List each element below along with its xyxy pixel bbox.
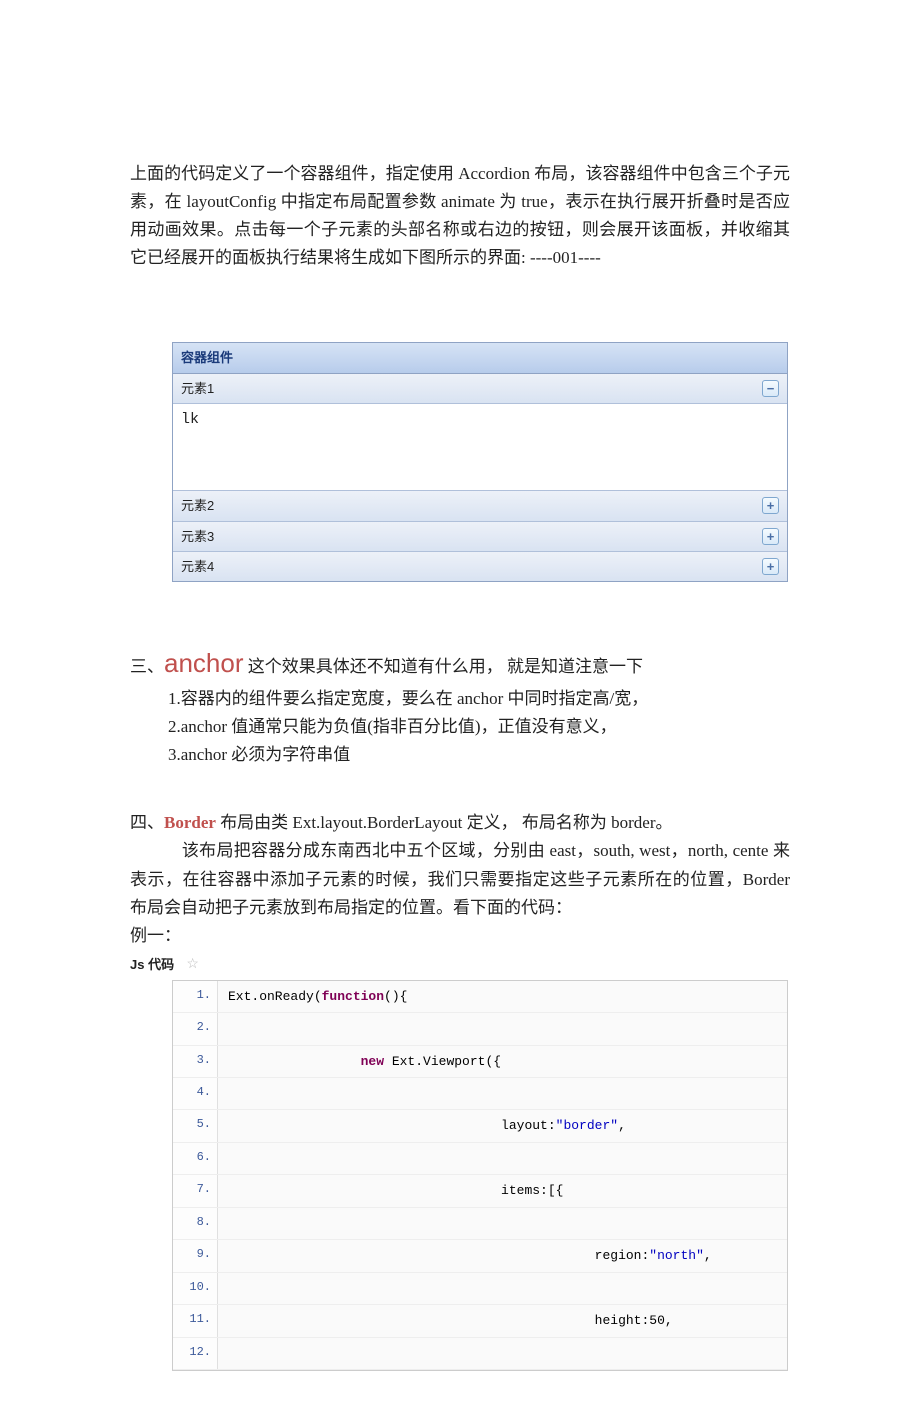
code-line: 1.Ext.onReady(function(){ (173, 981, 787, 1013)
border-keyword: Border (164, 813, 216, 832)
code-block: 1.Ext.onReady(function(){ 2. 3. new Ext.… (172, 980, 788, 1371)
accordion-panel: 容器组件 元素1 − lk 元素2 + 元素3 + 元素4 + (172, 342, 788, 582)
code-line: 7. items:[{ (173, 1175, 787, 1207)
code-line: 12. (173, 1338, 787, 1370)
lineno: 4. (173, 1078, 218, 1109)
accordion-item-2[interactable]: 元素2 + (173, 491, 787, 521)
section-4-body: 该布局把容器分成东南西北中五个区域，分别由 east，south, west，n… (130, 841, 790, 916)
anchor-keyword: anchor (164, 648, 244, 678)
section-line1-post: 布局由类 Ext.layout.BorderLayout 定义， 布局名称为 b… (216, 813, 673, 832)
code-text (218, 1078, 244, 1109)
accordion-item-label: 元素3 (181, 526, 214, 547)
code-text: Ext.onReady(function(){ (218, 981, 423, 1012)
code-label: Js 代码 (130, 954, 174, 975)
accordion-item-3[interactable]: 元素3 + (173, 522, 787, 552)
note-2: 2.anchor 值通常只能为负值(指非百分比值)，正值没有意义， (168, 713, 790, 741)
accordion-item-1[interactable]: 元素1 − (173, 374, 787, 404)
accordion-body: lk (173, 404, 787, 491)
accordion-item-label: 元素1 (181, 378, 214, 399)
expand-icon[interactable]: + (762, 528, 779, 545)
expand-icon[interactable]: + (762, 558, 779, 575)
code-text (218, 1273, 244, 1304)
section-tail: 这个效果具体还不知道有什么用， 就是知道注意一下 (244, 657, 644, 676)
code-line: 6. (173, 1143, 787, 1175)
accordion-item-4[interactable]: 元素4 + (173, 552, 787, 581)
lineno: 8. (173, 1208, 218, 1239)
section-3: 三、anchor 这个效果具体还不知道有什么用， 就是知道注意一下 1.容器内的… (130, 642, 790, 769)
code-text: height:50, (218, 1305, 688, 1336)
lineno: 5. (173, 1110, 218, 1141)
lineno: 10. (173, 1273, 218, 1304)
code-text (218, 1208, 244, 1239)
lineno: 9. (173, 1240, 218, 1271)
code-text: layout:"border", (218, 1110, 641, 1141)
code-line: 4. (173, 1078, 787, 1110)
document-page: 上面的代码定义了一个容器组件，指定使用 Accordion 布局，该容器组件中包… (0, 0, 920, 1401)
lineno: 12. (173, 1338, 218, 1369)
panel-title: 容器组件 (173, 343, 787, 373)
code-line: 5. layout:"border", (173, 1110, 787, 1142)
code-text (218, 1143, 244, 1174)
lineno: 3. (173, 1046, 218, 1077)
example-label: 例一： (130, 922, 790, 950)
code-text (218, 1338, 244, 1369)
code-line: 10. (173, 1273, 787, 1305)
indent (130, 841, 182, 860)
accordion-item-label: 元素2 (181, 495, 214, 516)
code-text: region:"north", (218, 1240, 727, 1271)
code-text (218, 1013, 244, 1044)
lineno: 7. (173, 1175, 218, 1206)
code-line: 8. (173, 1208, 787, 1240)
lineno: 1. (173, 981, 218, 1012)
star-icon[interactable]: ☆ (186, 953, 199, 976)
code-text: items:[{ (218, 1175, 579, 1206)
section-prefix: 三、 (130, 657, 164, 676)
lineno: 6. (173, 1143, 218, 1174)
note-3: 3.anchor 必须为字符串值 (168, 741, 790, 769)
code-line: 11. height:50, (173, 1305, 787, 1337)
section-4: 四、Border 布局由类 Ext.layout.BorderLayout 定义… (130, 809, 790, 977)
section-prefix: 四、 (130, 813, 164, 832)
code-line: 9. region:"north", (173, 1240, 787, 1272)
code-text: new Ext.Viewport({ (218, 1046, 517, 1077)
accordion-item-label: 元素4 (181, 556, 214, 577)
collapse-icon[interactable]: − (762, 380, 779, 397)
expand-icon[interactable]: + (762, 497, 779, 514)
lineno: 11. (173, 1305, 218, 1336)
lineno: 2. (173, 1013, 218, 1044)
code-line: 3. new Ext.Viewport({ (173, 1046, 787, 1078)
note-1: 1.容器内的组件要么指定宽度，要么在 anchor 中同时指定高/宽， (168, 685, 790, 713)
intro-paragraph: 上面的代码定义了一个容器组件，指定使用 Accordion 布局，该容器组件中包… (130, 160, 790, 272)
code-line: 2. (173, 1013, 787, 1045)
